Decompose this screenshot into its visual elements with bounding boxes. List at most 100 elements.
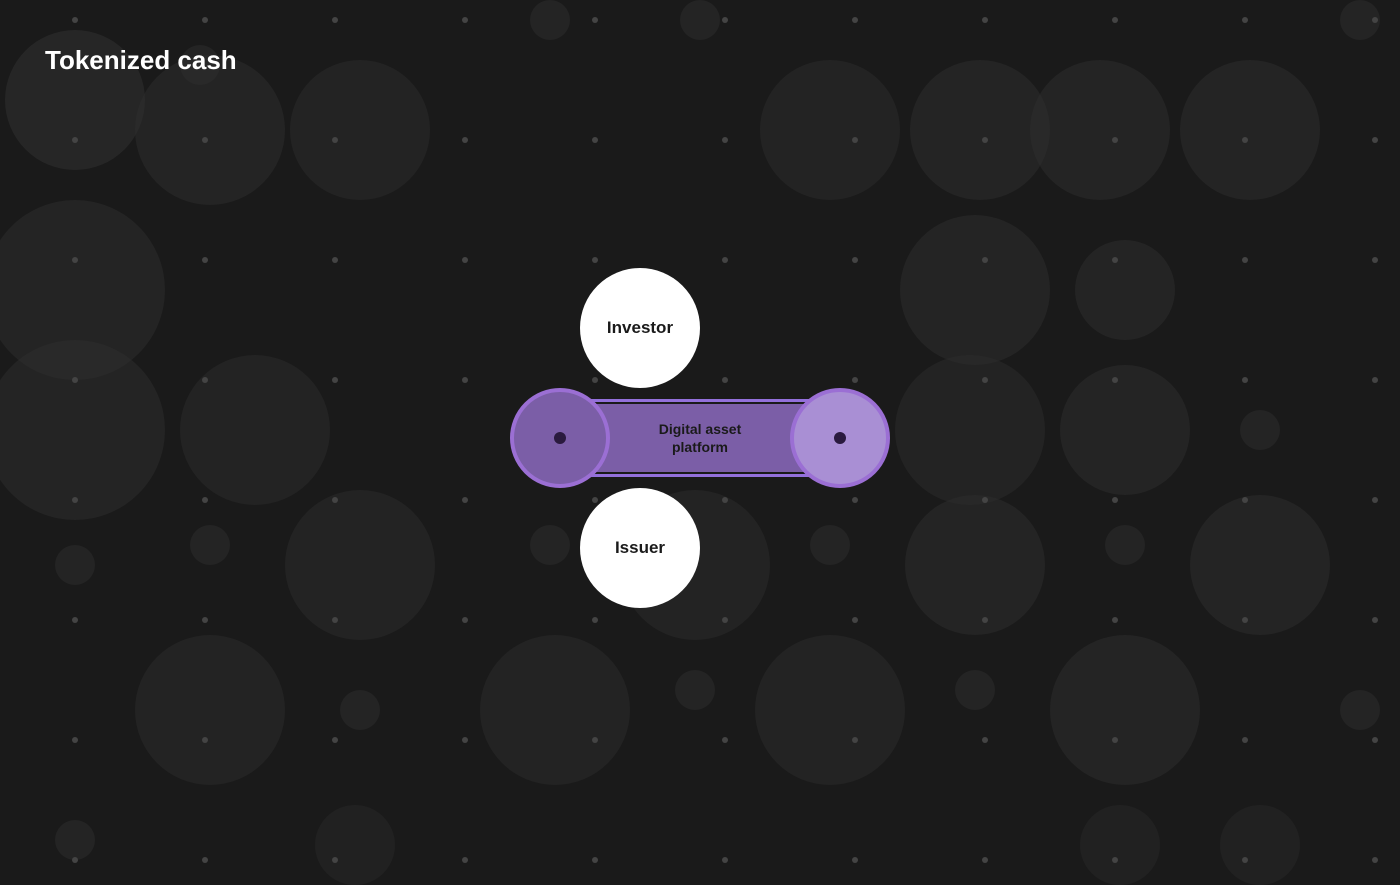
- bg-dot: [332, 257, 338, 263]
- bg-dot: [852, 617, 858, 623]
- bg-dot: [1242, 137, 1248, 143]
- dumbbell-left-dot: [554, 432, 566, 444]
- bg-dot: [982, 497, 988, 503]
- bg-dot: [592, 617, 598, 623]
- issuer-label: Issuer: [615, 538, 665, 558]
- bg-dot: [722, 17, 728, 23]
- bg-dot: [1112, 497, 1118, 503]
- bg-dot: [332, 857, 338, 863]
- bg-circle: [1050, 635, 1200, 785]
- bg-circle: [285, 490, 435, 640]
- bg-dot: [1242, 257, 1248, 263]
- bg-circle: [910, 60, 1050, 200]
- bg-dot: [202, 377, 208, 383]
- bg-dot: [722, 137, 728, 143]
- bg-dot: [332, 497, 338, 503]
- bg-dot: [202, 497, 208, 503]
- bg-dot: [982, 17, 988, 23]
- bg-dot: [332, 617, 338, 623]
- bg-dot: [72, 857, 78, 863]
- bg-dot: [592, 737, 598, 743]
- bg-dot: [332, 377, 338, 383]
- bg-circle: [55, 545, 95, 585]
- bg-dot: [1242, 737, 1248, 743]
- bg-circle: [1180, 60, 1320, 200]
- bg-dot: [982, 257, 988, 263]
- bg-circle: [895, 355, 1045, 505]
- bg-dot: [722, 737, 728, 743]
- bg-circle: [190, 525, 230, 565]
- bg-dot: [202, 257, 208, 263]
- bg-circle: [760, 60, 900, 200]
- bg-dot: [1112, 257, 1118, 263]
- bg-dot: [332, 17, 338, 23]
- bg-dot: [722, 617, 728, 623]
- bg-circle: [680, 0, 720, 40]
- bg-dot: [982, 617, 988, 623]
- bg-dot: [462, 737, 468, 743]
- bg-dot: [1242, 497, 1248, 503]
- bg-dot: [852, 737, 858, 743]
- page-title: Tokenized cash: [45, 45, 237, 76]
- platform-dumbbell: Digital asset platform: [510, 383, 890, 493]
- bg-dot: [852, 257, 858, 263]
- bg-circle: [1060, 365, 1190, 495]
- investor-label: Investor: [607, 318, 673, 338]
- bg-dot: [1242, 17, 1248, 23]
- bg-circle: [1220, 805, 1300, 885]
- bg-dot: [1112, 857, 1118, 863]
- bg-dot: [1372, 857, 1378, 863]
- bg-circle: [1080, 805, 1160, 885]
- bg-circle: [1190, 495, 1330, 635]
- bg-dot: [72, 377, 78, 383]
- bg-dot: [592, 137, 598, 143]
- bg-dot: [72, 257, 78, 263]
- bg-dot: [1112, 737, 1118, 743]
- bg-dot: [72, 617, 78, 623]
- bg-circle: [1030, 60, 1170, 200]
- bg-dot: [722, 257, 728, 263]
- bg-dot: [592, 17, 598, 23]
- bg-dot: [462, 857, 468, 863]
- bg-circle: [900, 215, 1050, 365]
- bg-dot: [592, 257, 598, 263]
- bg-dot: [202, 857, 208, 863]
- bg-dot: [462, 17, 468, 23]
- dumbbell-left-circle: [510, 388, 610, 488]
- bg-dot: [332, 137, 338, 143]
- bg-dot: [1242, 377, 1248, 383]
- bg-dot: [852, 17, 858, 23]
- bg-dot: [852, 857, 858, 863]
- bg-dot: [592, 857, 598, 863]
- bg-dot: [1372, 497, 1378, 503]
- bg-dot: [202, 737, 208, 743]
- bg-dot: [982, 377, 988, 383]
- bg-circle: [1240, 410, 1280, 450]
- bg-dot: [1242, 857, 1248, 863]
- bg-dot: [852, 137, 858, 143]
- bg-dot: [462, 377, 468, 383]
- diagram-container: Investor Issuer Digital asset platform: [490, 288, 910, 588]
- bg-circle: [755, 635, 905, 785]
- bg-dot: [72, 137, 78, 143]
- bg-dot: [982, 857, 988, 863]
- dumbbell-right-circle: [790, 388, 890, 488]
- bg-dot: [202, 17, 208, 23]
- bg-circle: [135, 635, 285, 785]
- bg-circle: [675, 670, 715, 710]
- bg-dot: [1112, 617, 1118, 623]
- bg-dot: [1372, 137, 1378, 143]
- bg-circle: [480, 635, 630, 785]
- bg-circle: [315, 805, 395, 885]
- bg-circle: [530, 0, 570, 40]
- bg-circle: [955, 670, 995, 710]
- bg-circle: [290, 60, 430, 200]
- bg-dot: [462, 617, 468, 623]
- bg-circle: [1340, 690, 1380, 730]
- bg-dot: [982, 737, 988, 743]
- bg-dot: [722, 857, 728, 863]
- bg-circle: [135, 55, 285, 205]
- bg-dot: [72, 17, 78, 23]
- investor-node: Investor: [580, 268, 700, 388]
- bg-dot: [202, 617, 208, 623]
